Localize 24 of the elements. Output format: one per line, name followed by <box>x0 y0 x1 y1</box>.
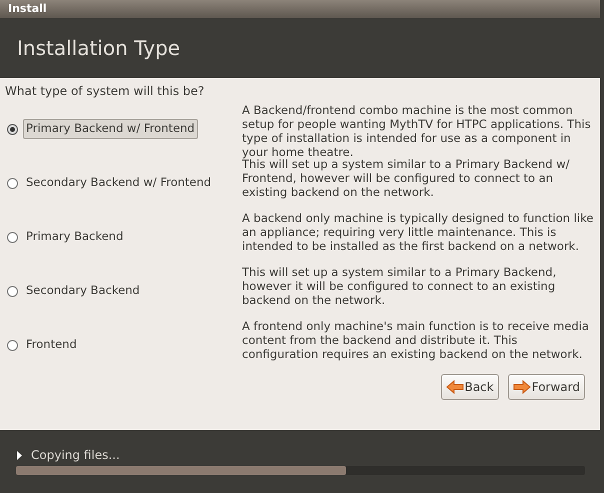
left-arrow-icon <box>446 379 464 395</box>
option-description: A backend only machine is typically designed to function like an appliance; requiring very little maintenance. This is intended to be installed as the first backend on a network. <box>242 210 594 255</box>
forward-button[interactable]: Forward <box>508 374 585 400</box>
option-description: A frontend only machine's main function is to receive media content from the backend and distribute it. This configuration requires an existing backend on the network. <box>242 318 590 363</box>
right-triangle-icon <box>16 450 23 460</box>
progress-expander[interactable]: Copying files... <box>16 446 120 464</box>
right-arrow-icon <box>512 379 531 395</box>
option-description: A Backend/frontend combo machine is the most common setup for people wanting MythTV for HTPC applications. This type of installation is intended for use as a component in your home theatre. <box>242 102 592 156</box>
option-label[interactable]: Frontend <box>23 335 80 355</box>
radio-button[interactable] <box>7 178 18 188</box>
radio-button[interactable] <box>7 286 18 296</box>
radio-button[interactable] <box>7 232 18 242</box>
window-title: Install <box>8 0 47 17</box>
option-description: This will set up a system similar to a Primary Backend w/ Frontend, however will be configured to connect to an existing backend on the network. <box>242 157 571 201</box>
page-title: Installation Type <box>17 35 180 62</box>
radio-button[interactable] <box>7 124 18 134</box>
option-label[interactable]: Primary Backend <box>23 227 126 247</box>
option-label[interactable]: Secondary Backend w/ Frontend <box>23 173 214 193</box>
option-description: This will set up a system similar to a Primary Backend, however it will be configured to connect to an existing backend on the network. <box>242 264 558 309</box>
back-button[interactable]: Back <box>440 374 499 400</box>
radio-button[interactable] <box>7 340 18 350</box>
option-label[interactable]: Primary Backend w/ Frontend <box>23 119 198 139</box>
question-label: What type of system will this be? <box>5 83 206 100</box>
option-label[interactable]: Secondary Backend <box>23 281 143 301</box>
